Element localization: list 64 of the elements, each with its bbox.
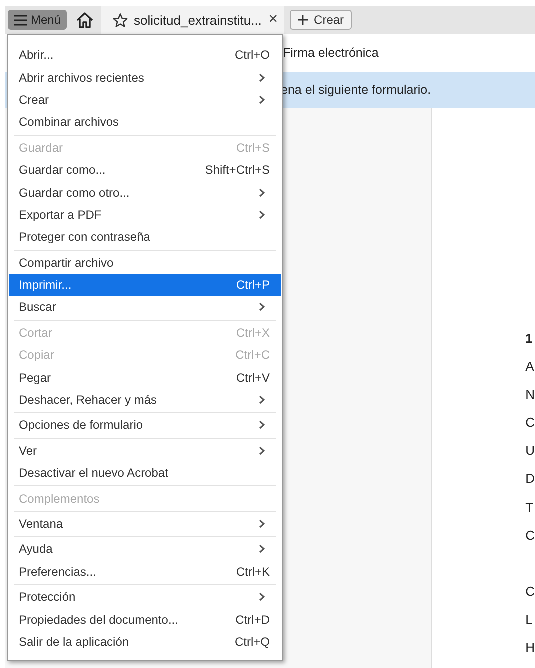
- menu-item[interactable]: Desactivar el nuevo Acrobat: [9, 462, 281, 484]
- chevron-icon: [258, 94, 266, 105]
- menu-item[interactable]: Preferencias... Ctrl+K: [9, 560, 281, 583]
- menu-item[interactable]: Compartir archivo: [9, 252, 281, 274]
- chevron-icon: [258, 446, 266, 456]
- chevron-icon: [258, 72, 266, 83]
- menu-item[interactable]: Deshacer, Rehacer y más: [9, 388, 281, 412]
- shortcut-text: Ctrl+C: [236, 348, 270, 362]
- tab-title: solicitud_extrainstitu...: [134, 12, 263, 28]
- menu-item[interactable]: Imprimir... Ctrl+P: [9, 274, 281, 296]
- menu-item[interactable]: Crear: [9, 88, 281, 112]
- menu-item[interactable]: Abrir archivos recientes: [9, 66, 281, 89]
- document-text: U: [526, 443, 535, 460]
- document-text: N: [526, 387, 535, 404]
- menu-button[interactable]: Menú: [8, 10, 68, 30]
- document-text: H: [526, 640, 535, 657]
- document-text: T: [526, 500, 535, 517]
- shortcut-text: Ctrl+Q: [234, 634, 270, 649]
- menu-item[interactable]: Guardar como otro...: [9, 181, 281, 204]
- chevron-icon: [258, 544, 266, 554]
- menu-item[interactable]: Protección: [9, 586, 281, 608]
- document-text: D: [526, 471, 535, 488]
- document-text: C: [526, 415, 535, 432]
- menu-item[interactable]: Combinar archivos: [9, 111, 281, 134]
- plus-icon: [298, 15, 308, 25]
- chevron-icon: [258, 420, 266, 430]
- document-text: A: [526, 359, 535, 376]
- menu-item[interactable]: Ver: [9, 440, 281, 462]
- shortcut-text: Ctrl+V: [236, 370, 270, 385]
- menu-item[interactable]: Exportar a PDF: [9, 204, 281, 226]
- shortcut-text: Ctrl+D: [236, 612, 270, 627]
- star-icon: [113, 12, 128, 28]
- menu-item[interactable]: Guardar como... Shift+Ctrl+S: [9, 158, 281, 182]
- shortcut-text: Ctrl+P: [236, 278, 270, 292]
- e-signature-label[interactable]: Firma electrónica: [283, 46, 379, 60]
- menu-item[interactable]: Propiedades del documento... Ctrl+D: [9, 608, 281, 631]
- menu-item[interactable]: Ayuda: [9, 538, 281, 561]
- document-tab[interactable]: solicitud_extrainstitu... ×: [101, 6, 284, 34]
- chevron-icon: [258, 592, 266, 602]
- menu-item[interactable]: Salir de la aplicación Ctrl+Q: [9, 630, 281, 654]
- menu-icon: [14, 14, 27, 26]
- home-icon: [76, 12, 94, 28]
- document-text: 1: [526, 331, 534, 348]
- chevron-icon: [258, 210, 266, 220]
- menu-item[interactable]: Abrir... Ctrl+O: [9, 44, 281, 66]
- menu-item[interactable]: Opciones de formulario: [9, 414, 281, 437]
- close-button[interactable]: ×: [268, 11, 278, 29]
- document-text: L: [526, 612, 534, 629]
- shortcut-text: Ctrl+S: [236, 140, 270, 155]
- chevron-icon: [258, 519, 266, 529]
- menu-item[interactable]: Buscar: [9, 296, 281, 319]
- chevron-icon: [258, 395, 266, 406]
- create-button[interactable]: Crear: [290, 10, 352, 30]
- menu-item[interactable]: Pegar Ctrl+V: [9, 366, 281, 389]
- shortcut-text: Ctrl+K: [236, 564, 270, 579]
- shortcut-text: Shift+Ctrl+S: [205, 163, 270, 178]
- menu-item[interactable]: Proteger con contraseña: [9, 226, 281, 249]
- chevron-icon: [258, 188, 266, 198]
- shortcut-text: Ctrl+X: [236, 326, 270, 340]
- document-text: C: [526, 584, 535, 601]
- shortcut-text: Ctrl+O: [234, 48, 270, 62]
- menu-item[interactable]: Ventana: [9, 512, 281, 536]
- document-text: C: [526, 528, 535, 545]
- chevron-icon: [258, 302, 266, 312]
